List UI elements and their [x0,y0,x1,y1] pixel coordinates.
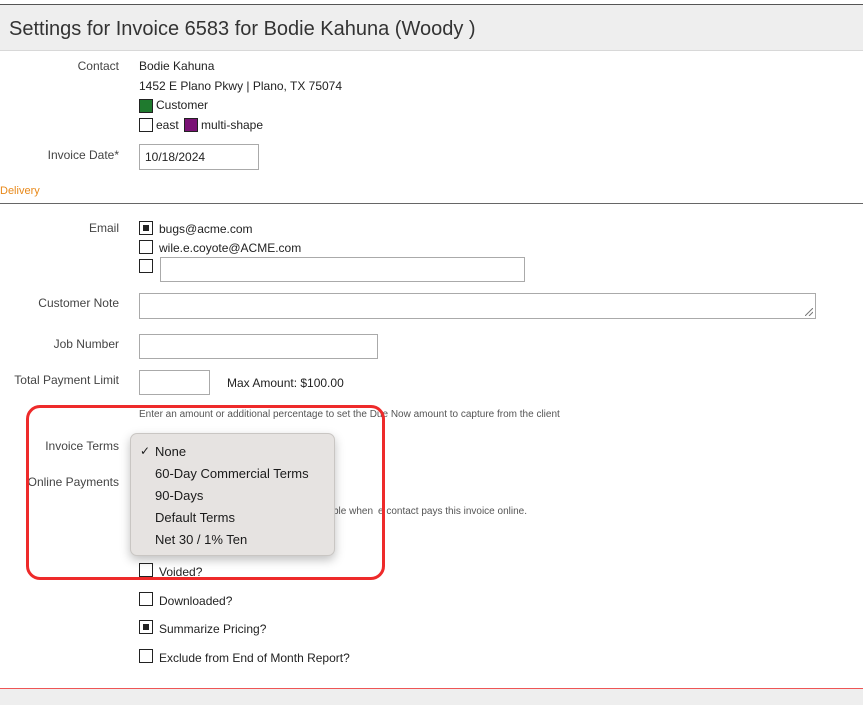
email-option-wile: wile.e.coyote@ACME.com [159,241,302,255]
summarize-pricing-label: Summarize Pricing? [159,622,267,636]
checkmark-icon: ✓ [140,444,151,458]
summarize-pricing-checkbox[interactable] [139,620,153,634]
page-title: Settings for Invoice 6583 for Bodie Kahu… [9,18,476,40]
voided-checkbox[interactable] [139,563,153,577]
dropdown-option-net-30[interactable]: Net 30 / 1% Ten [131,529,334,551]
email-option-bugs: bugs@acme.com [159,222,253,236]
invoice-date-label: Invoice Date* [47,148,119,162]
contact-name: Bodie Kahuna [139,59,215,73]
dropdown-option-default-terms[interactable]: Default Terms [131,507,334,529]
other-email-input[interactable] [160,257,525,282]
customer-note-textarea[interactable] [139,293,816,319]
multi-shape-tag-swatch [184,118,198,132]
email-checkbox-other[interactable] [139,259,153,273]
page-header: Settings for Invoice 6583 for Bodie Kahu… [0,5,863,51]
downloaded-checkbox[interactable] [139,592,153,606]
email-checkbox-wile[interactable] [139,240,153,254]
east-tag-swatch [139,118,153,132]
exclude-report-label: Exclude from End of Month Report? [159,651,350,665]
email-label: Email [88,221,119,235]
customer-note-label: Customer Note [38,296,119,310]
page-footer [0,689,863,705]
invoice-terms-dropdown[interactable]: ✓ None 60-Day Commercial Terms 90-Days D… [130,433,335,556]
invoice-terms-label: Invoice Terms [45,439,119,453]
dropdown-option-60-day[interactable]: 60-Day Commercial Terms [131,463,334,485]
contact-address: 1452 E Plano Pkwy | Plano, TX 75074 [139,79,343,93]
job-number-label: Job Number [53,337,119,351]
max-amount-text: Max Amount: $100.00 [227,376,344,390]
voided-label: Voided? [159,565,203,579]
job-number-input[interactable] [139,334,378,359]
invoice-date-input[interactable] [139,144,259,170]
delivery-section-label: Delivery [0,185,40,197]
payment-limit-input[interactable] [139,370,210,395]
east-tag-label: east [156,118,179,132]
online-payments-label: Online Payments [27,475,119,489]
customer-tag-label: Customer [156,98,209,112]
payment-limit-label: Total Payment Limit [14,373,119,387]
section-divider [0,203,863,204]
contact-label: Contact [77,59,119,73]
exclude-report-checkbox[interactable] [139,649,153,663]
online-payments-hint-part2: e contact pays this invoice online. [378,506,527,517]
multi-shape-tag-label: multi-shape [201,118,264,132]
dropdown-option-none[interactable]: ✓ None [131,441,334,463]
dropdown-option-90-days[interactable]: 90-Days [131,485,334,507]
resize-handle-icon[interactable] [805,308,813,316]
downloaded-label: Downloaded? [159,594,233,608]
payment-limit-hint: Enter an amount or additional percentage… [139,409,560,420]
email-checkbox-bugs[interactable] [139,221,153,235]
customer-tag-swatch [139,99,153,113]
online-payments-hint-part1: ble when [333,506,374,517]
